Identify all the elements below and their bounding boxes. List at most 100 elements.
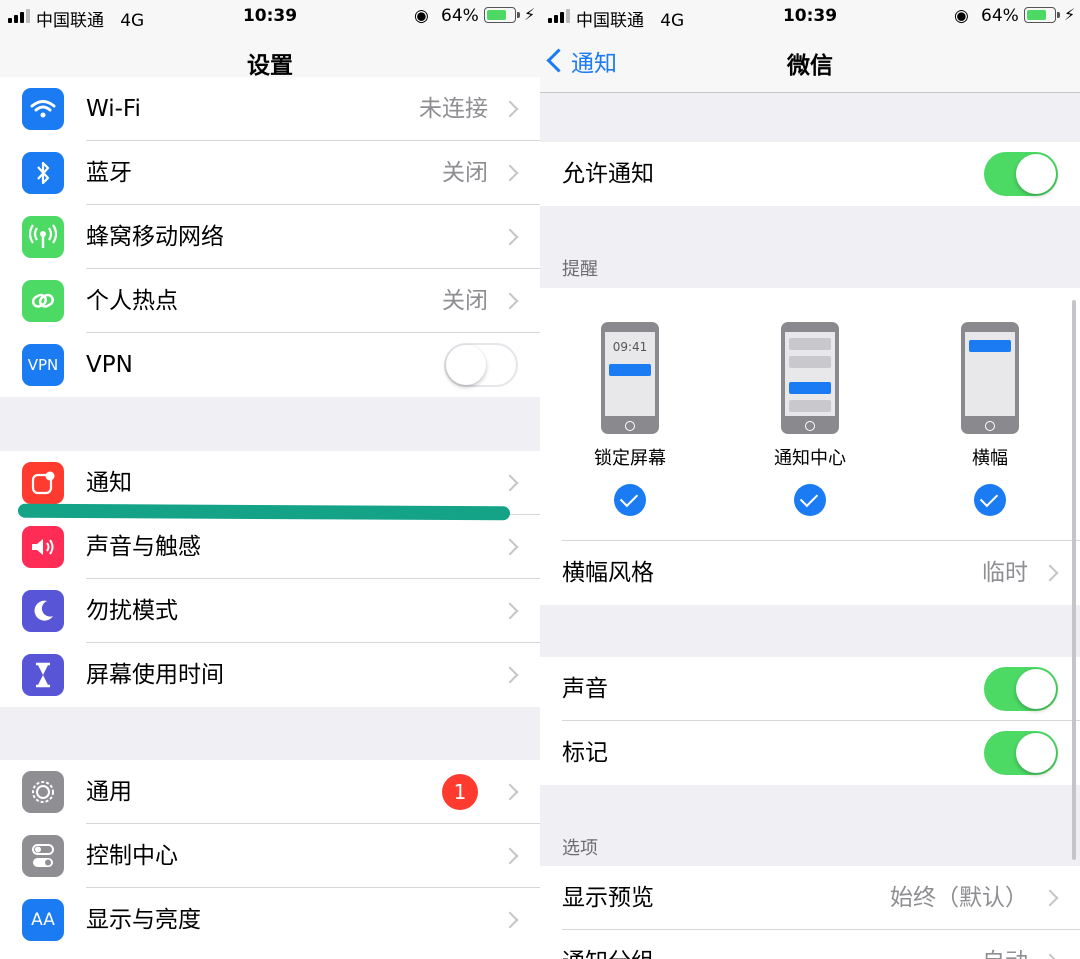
display-icon: AA	[22, 899, 64, 941]
alert-style-lock-screen[interactable]: 09:41 锁定屏幕	[570, 322, 690, 516]
section-header-options: 选项	[562, 838, 598, 859]
allow-notifications-toggle[interactable]	[984, 152, 1058, 196]
notifications-icon	[22, 462, 64, 504]
settings-row-label: VPN	[86, 352, 133, 378]
battery-icon	[1024, 7, 1060, 23]
orientation-lock-icon: ◉	[414, 6, 429, 26]
settings-row-vpn: VPN VPN	[0, 333, 540, 397]
banner-style-group: 横幅风格 临时	[540, 541, 1080, 605]
phone-lockscreen-icon: 09:41	[601, 322, 659, 434]
chevron-right-icon	[1041, 889, 1059, 907]
phone-notification-center-icon	[781, 322, 839, 434]
moon-icon	[22, 590, 64, 632]
checkmark-icon	[614, 484, 646, 516]
settings-row-label: 通用	[86, 779, 132, 805]
alert-style-notification-center[interactable]: 通知中心	[750, 322, 870, 516]
settings-row-label: 显示与亮度	[86, 907, 201, 933]
settings-row-value: 关闭	[442, 288, 488, 314]
settings-row-value: 关闭	[442, 160, 488, 186]
settings-row-do-not-disturb[interactable]: 勿扰模式	[0, 579, 540, 643]
badge-row: 标记	[540, 721, 1080, 785]
battery-percent: 64%	[981, 6, 1019, 26]
banner-style-row[interactable]: 横幅风格 临时	[540, 541, 1080, 605]
checkmark-icon	[794, 484, 826, 516]
sound-badge-group: 声音 标记	[540, 657, 1080, 785]
highlight-underline	[17, 503, 511, 521]
section-header-alerts: 提醒	[562, 259, 598, 280]
notification-grouping-row[interactable]: 通知分组 自动	[540, 930, 1080, 959]
row-label: 允许通知	[562, 161, 654, 187]
vpn-icon: VPN	[22, 344, 64, 386]
cellular-icon	[22, 216, 64, 258]
chevron-right-icon	[501, 100, 519, 118]
allow-notifications-row: 允许通知	[540, 142, 1080, 206]
chevron-right-icon	[501, 228, 519, 246]
chevron-right-icon	[501, 602, 519, 620]
scrollbar[interactable]	[1072, 300, 1076, 860]
row-label: 标记	[562, 740, 608, 766]
chevron-right-icon	[501, 847, 519, 865]
badge-toggle[interactable]	[984, 731, 1058, 775]
row-value: 临时	[982, 560, 1028, 586]
settings-group-notifications: 通知 声音与触感 勿扰模式 屏幕使用时间	[0, 451, 540, 707]
status-bar: 中国联通 4G 10:39 ◉ 64% ⚡	[0, 0, 540, 32]
alert-style-label: 横幅	[972, 448, 1008, 469]
settings-row-wifi[interactable]: Wi-Fi 未连接	[0, 77, 540, 141]
settings-row-sounds[interactable]: 声音与触感	[0, 515, 540, 579]
control-center-icon	[22, 835, 64, 877]
settings-row-label: 个人热点	[86, 288, 178, 314]
alert-style-label: 锁定屏幕	[594, 448, 666, 469]
page-title: 微信	[787, 53, 833, 79]
settings-row-value: 未连接	[419, 96, 488, 122]
chevron-right-icon	[501, 474, 519, 492]
row-label: 横幅风格	[562, 560, 654, 586]
wechat-notifications-screen: 中国联通 4G 10:39 ◉ 64% ⚡ 通知 微信 允许通知 提醒 09:4…	[540, 0, 1080, 959]
row-value: 自动	[982, 930, 1028, 959]
chevron-right-icon	[1041, 953, 1059, 959]
row-label: 显示预览	[562, 885, 654, 911]
chevron-right-icon	[501, 538, 519, 556]
settings-row-control-center[interactable]: 控制中心	[0, 824, 540, 888]
chevron-right-icon	[501, 911, 519, 929]
phone-banner-icon	[961, 322, 1019, 434]
settings-row-label: 勿扰模式	[86, 598, 178, 624]
toggle-knob	[1016, 154, 1056, 194]
settings-group-general: 通用 1 控制中心 AA 显示与亮度	[0, 760, 540, 959]
hotspot-icon	[22, 280, 64, 322]
chevron-right-icon	[501, 783, 519, 801]
sound-toggle[interactable]	[984, 667, 1058, 711]
settings-row-label: 蜂窝移动网络	[86, 224, 224, 250]
chevron-right-icon	[501, 292, 519, 310]
orientation-lock-icon: ◉	[954, 6, 969, 26]
show-previews-row[interactable]: 显示预览 始终（默认）	[540, 866, 1080, 930]
sound-icon	[22, 526, 64, 568]
page-title: 设置	[247, 53, 293, 79]
settings-screen: 中国联通 4G 10:39 ◉ 64% ⚡ 设置 Wi-Fi 未连接 蓝牙 关闭	[0, 0, 540, 959]
settings-row-general[interactable]: 通用 1	[0, 760, 540, 824]
status-bar: 中国联通 4G 10:39 ◉ 64% ⚡	[540, 0, 1080, 32]
row-label: 通知分组	[562, 930, 654, 959]
toggle-knob	[1016, 733, 1056, 773]
settings-row-hotspot[interactable]: 个人热点 关闭	[0, 269, 540, 333]
toggle-knob	[1016, 669, 1056, 709]
settings-row-display[interactable]: AA 显示与亮度	[0, 888, 540, 952]
settings-row-label: 蓝牙	[86, 160, 132, 186]
row-value: 始终（默认）	[890, 885, 1028, 911]
settings-row-label: Wi-Fi	[86, 96, 141, 122]
alert-styles: 09:41 锁定屏幕 通知中心 横幅	[540, 288, 1080, 541]
charging-icon: ⚡	[1064, 5, 1076, 24]
settings-row-bluetooth[interactable]: 蓝牙 关闭	[0, 141, 540, 205]
alert-style-banner[interactable]: 横幅	[930, 322, 1050, 516]
battery-percent: 64%	[441, 6, 479, 26]
notification-badge: 1	[442, 774, 478, 810]
settings-row-label: 屏幕使用时间	[86, 662, 224, 688]
battery-icon	[484, 7, 520, 23]
gear-icon	[22, 771, 64, 813]
settings-row-label: 控制中心	[86, 843, 178, 869]
alert-style-label: 通知中心	[774, 448, 846, 469]
chevron-right-icon	[501, 666, 519, 684]
settings-row-screen-time[interactable]: 屏幕使用时间	[0, 643, 540, 707]
settings-row-cellular[interactable]: 蜂窝移动网络	[0, 205, 540, 269]
sound-row: 声音	[540, 657, 1080, 721]
vpn-toggle[interactable]	[444, 343, 518, 387]
